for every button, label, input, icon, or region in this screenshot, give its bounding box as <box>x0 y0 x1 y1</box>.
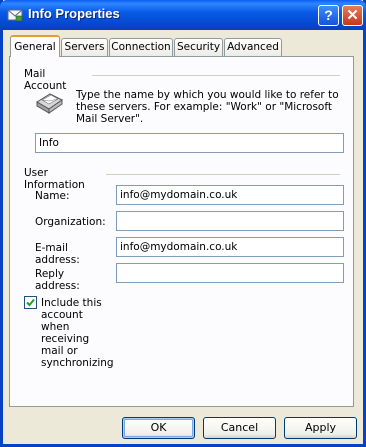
include-account-label[interactable]: Include this account when receiving mail… <box>41 297 114 369</box>
cancel-button[interactable]: Cancel <box>203 417 276 439</box>
name-label: Name: <box>35 190 70 202</box>
mail-account-icon <box>36 93 63 114</box>
email-input[interactable] <box>116 237 344 257</box>
user-info-group-label: User Information <box>24 167 85 191</box>
reply-address-input[interactable] <box>116 263 344 283</box>
tab-connection[interactable]: Connection <box>109 38 173 56</box>
help-button[interactable]: ? <box>318 5 339 26</box>
mail-account-description: Type the name by which you would like to… <box>76 89 339 125</box>
apply-button[interactable]: Apply <box>284 417 357 439</box>
organization-label: Organization: <box>35 216 106 228</box>
mail-account-divider <box>92 75 340 76</box>
window-title: Info Properties <box>28 6 120 21</box>
title-bar[interactable]: Info Properties ? ✕ <box>0 0 366 30</box>
email-label: E-mail address: <box>35 242 80 266</box>
close-icon: ✕ <box>346 7 359 24</box>
include-account-checkbox[interactable] <box>24 296 37 309</box>
tab-general[interactable]: General <box>10 35 60 57</box>
user-info-divider <box>106 174 340 175</box>
ok-button[interactable]: OK <box>122 417 195 439</box>
organization-input[interactable] <box>116 211 344 231</box>
tab-security[interactable]: Security <box>174 38 223 56</box>
name-input[interactable] <box>116 185 344 205</box>
account-name-input[interactable] <box>35 133 344 153</box>
tab-advanced[interactable]: Advanced <box>224 38 282 56</box>
close-button[interactable]: ✕ <box>342 5 363 26</box>
app-icon <box>7 9 23 22</box>
help-icon: ? <box>324 7 333 23</box>
tab-servers[interactable]: Servers <box>61 38 108 56</box>
checkmark-icon <box>26 298 35 307</box>
reply-address-label: Reply address: <box>35 268 80 292</box>
